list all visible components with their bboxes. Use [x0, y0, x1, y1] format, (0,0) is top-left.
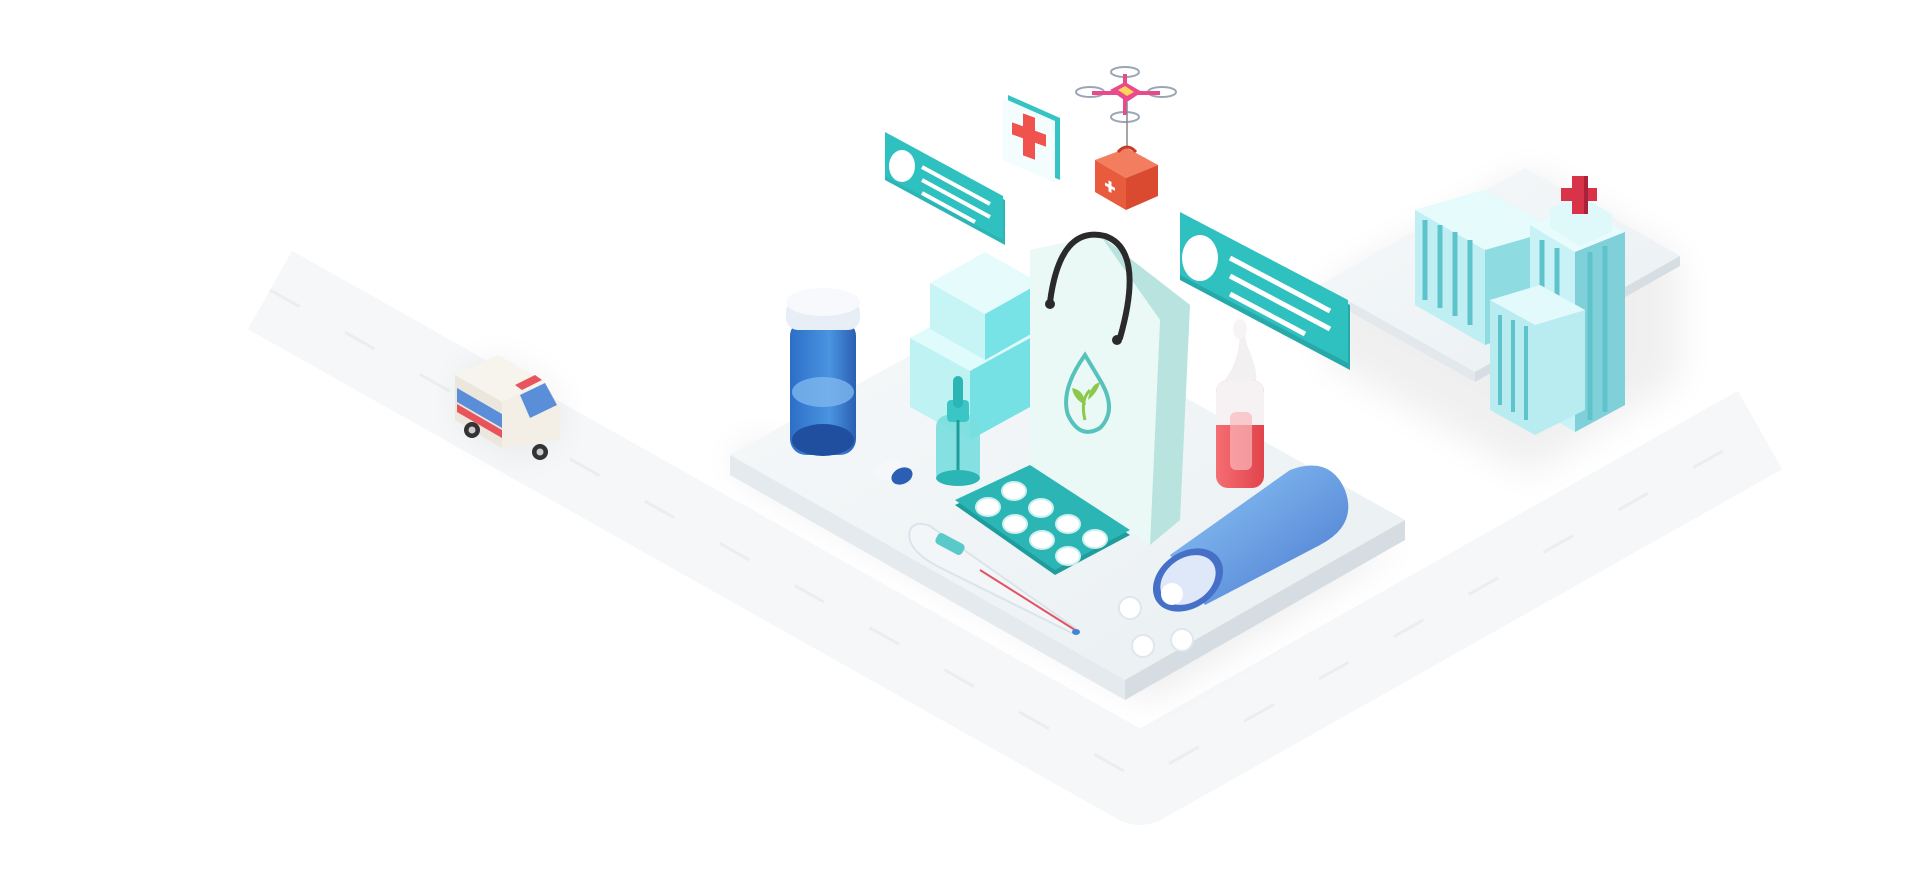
drone-icon	[1075, 66, 1177, 150]
pill-bottle-icon	[786, 288, 860, 456]
medical-cross-card-icon	[1003, 95, 1060, 183]
eye-drop-bottle-icon	[1216, 319, 1264, 488]
profile-card-icon	[1180, 212, 1350, 370]
profile-card-icon	[885, 132, 1005, 245]
first-aid-kit-icon	[1095, 145, 1158, 210]
pharmacy-isometric-illustration	[247, 66, 1783, 825]
